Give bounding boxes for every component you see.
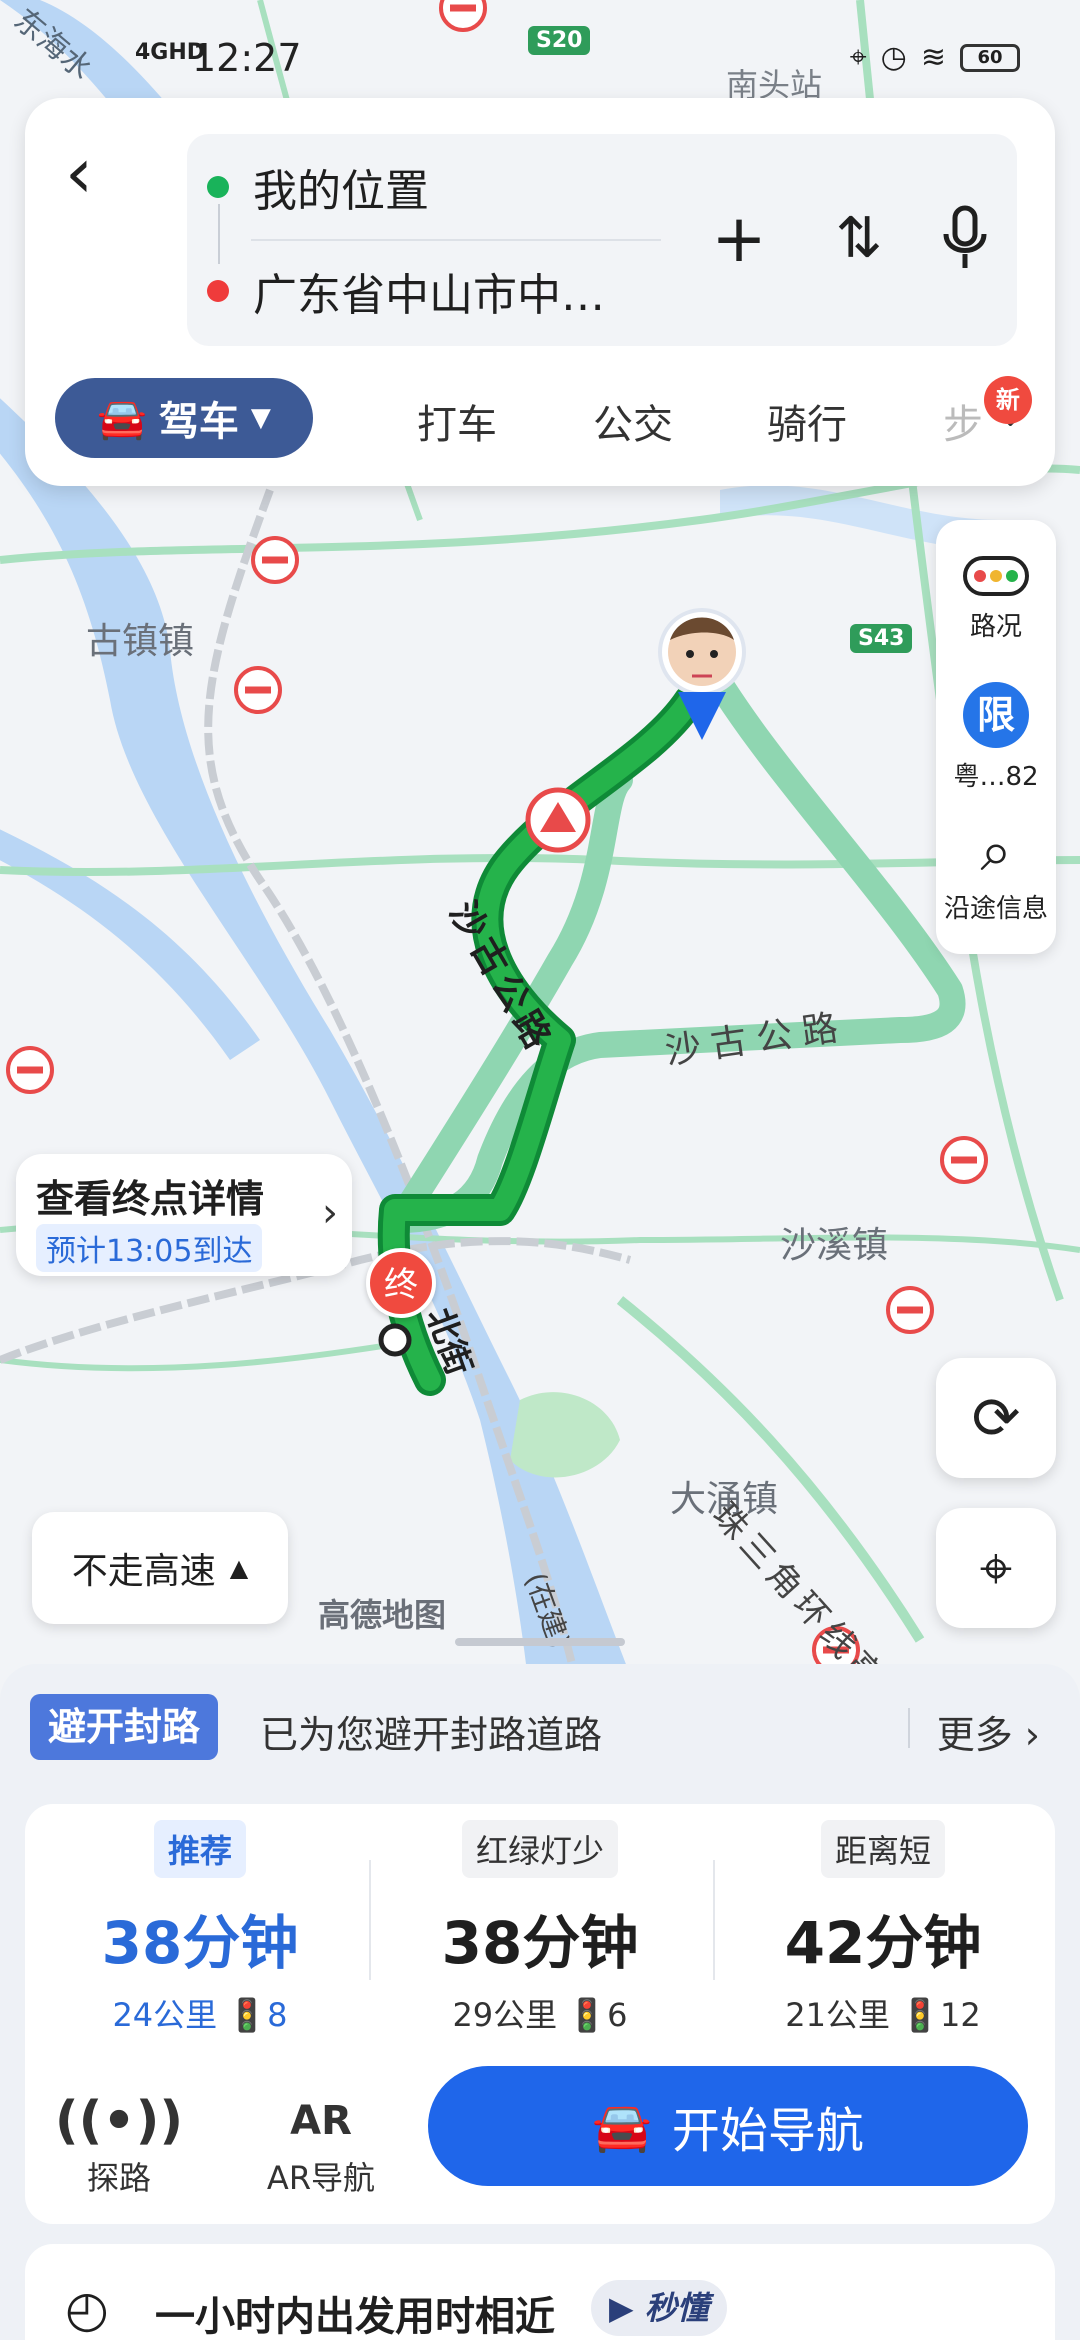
tab-bike[interactable]: 骑行 bbox=[767, 392, 847, 450]
amap-watermark: 高德地图 bbox=[318, 1596, 447, 1634]
route-input-box: 我的位置 广东省中山市中… + ⇅ bbox=[187, 134, 1017, 346]
location-icon: ⌖ bbox=[849, 40, 867, 75]
route-option-fewer-lights[interactable]: 红绿灯少 38分钟 29公里 🚦6 bbox=[370, 1820, 710, 2036]
route-distance-lights: 24公里 🚦8 bbox=[112, 1996, 288, 2034]
probe-label: 探路 bbox=[86, 2159, 151, 2197]
tab-transit[interactable]: 公交 bbox=[593, 392, 673, 450]
restriction-icon: 限 bbox=[963, 682, 1029, 748]
avoid-separator bbox=[908, 1708, 910, 1748]
map-tools-panel: 路况 限 粤…82 ⌕ 沿途信息 bbox=[936, 520, 1056, 954]
eta-badge: 预计13:05到达 bbox=[36, 1224, 263, 1272]
status-icons: ⌖ ◷ ≋ 60 bbox=[850, 40, 1020, 75]
route-duration: 38分钟 bbox=[101, 1909, 299, 1977]
locate-button[interactable]: ⌖ bbox=[936, 1508, 1056, 1628]
ar-icon: AR bbox=[290, 2098, 352, 2144]
park bbox=[510, 1392, 620, 1478]
along-route-button[interactable]: ⌕ 沿途信息 bbox=[936, 816, 1056, 925]
route-tag: 红绿灯少 bbox=[461, 1820, 618, 1878]
back-button[interactable]: ‹ bbox=[65, 138, 125, 218]
swap-icon: ⇅ bbox=[835, 206, 883, 271]
tab-walk[interactable]: 步 bbox=[943, 392, 983, 450]
chevron-left-icon: ‹ bbox=[65, 132, 93, 214]
alarm-icon: ◷ bbox=[880, 40, 907, 75]
voice-button[interactable] bbox=[925, 194, 1005, 284]
traffic-light-icon bbox=[963, 556, 1029, 596]
probe-button[interactable]: ((•)) 探路 bbox=[49, 2089, 189, 2199]
destination-dot-icon bbox=[207, 280, 229, 302]
refresh-icon: ⟳ bbox=[971, 1384, 1021, 1452]
route-search-card: ‹ 我的位置 广东省中山市中… + ⇅ 🚘 驾车 ▼ 打车 公交 骑行 步 新 bbox=[25, 98, 1055, 486]
clock-icon: ◴ bbox=[65, 2280, 109, 2338]
wifi-icon: ≋ bbox=[920, 40, 946, 75]
start-navigation-button[interactable]: 🚘 开始导航 bbox=[428, 2066, 1028, 2186]
route-duration: 42分钟 bbox=[784, 1909, 982, 1977]
probe-icon: ((•)) bbox=[54, 2091, 184, 2151]
caret-up-icon: ▲ bbox=[229, 1554, 249, 1582]
chevron-right-icon: › bbox=[322, 1190, 338, 1236]
car-icon: 🚘 bbox=[97, 395, 147, 442]
ar-nav-button[interactable]: AR AR导航 bbox=[251, 2089, 391, 2199]
battery-indicator: 60 bbox=[960, 43, 1020, 72]
map-label-guzhen: 古镇镇 bbox=[86, 621, 195, 662]
search-icon: ⌕ bbox=[980, 819, 1012, 884]
avoid-highway-toggle[interactable]: 不走高速 ▲ bbox=[32, 1512, 288, 1624]
map-label-shaxi: 沙溪镇 bbox=[780, 1225, 889, 1266]
road-shield-s43: S43 bbox=[850, 624, 913, 653]
tab-drive-label: 驾车 bbox=[158, 399, 239, 445]
avoid-highway-label: 不走高速 bbox=[71, 1551, 216, 1592]
route-tag: 距离短 bbox=[820, 1820, 945, 1878]
route-tag: 推荐 bbox=[153, 1820, 246, 1878]
microphone-icon bbox=[943, 205, 987, 268]
route-duration: 38分钟 bbox=[441, 1909, 639, 1977]
origin-dot-icon bbox=[207, 176, 229, 198]
destination-field[interactable]: 广东省中山市中… bbox=[207, 246, 605, 336]
restriction-label: 粤…82 bbox=[953, 762, 1039, 792]
start-navigation-label: 开始导航 bbox=[671, 2103, 864, 2159]
locate-icon: ⌖ bbox=[979, 1534, 1013, 1602]
sheet-drag-handle[interactable] bbox=[455, 1638, 625, 1646]
origin-field[interactable]: 我的位置 bbox=[207, 142, 429, 232]
route-results-panel: 避开封路 已为您避开封路道路 更多 › 推荐 38分钟 24公里 🚦8 红绿灯少… bbox=[0, 1664, 1080, 2340]
refresh-route-button[interactable]: ⟳ bbox=[936, 1358, 1056, 1478]
departure-tip-text: 一小时内出发用时相近 bbox=[155, 2294, 555, 2340]
traffic-button[interactable]: 路况 bbox=[936, 556, 1056, 643]
car-icon: 🚘 bbox=[592, 2098, 652, 2155]
plus-icon: + bbox=[711, 200, 767, 277]
more-label: 更多 bbox=[936, 1713, 1013, 1757]
route-distance-lights: 29公里 🚦6 bbox=[452, 1996, 628, 2034]
tab-taxi[interactable]: 打车 bbox=[417, 392, 497, 450]
play-icon: ▶ bbox=[609, 2289, 645, 2327]
chevron-right-icon: › bbox=[1024, 1713, 1040, 1757]
destination-marker[interactable]: 终 bbox=[366, 1248, 436, 1318]
ar-nav-label: AR导航 bbox=[266, 2159, 376, 2197]
more-modes-button[interactable]: ⌄ 新 bbox=[983, 376, 1032, 434]
add-waypoint-button[interactable]: + bbox=[699, 194, 779, 284]
explain-badge[interactable]: ▶ 秒懂 bbox=[591, 2280, 727, 2336]
destination-text: 广东省中山市中… bbox=[253, 270, 605, 321]
caret-down-icon: ▼ bbox=[250, 403, 271, 433]
restriction-button[interactable]: 限 粤…82 bbox=[936, 682, 1056, 793]
avoid-closure-text: 已为您避开封路道路 bbox=[260, 1713, 603, 1757]
destination-detail-bubble[interactable]: 查看终点详情 预计13:05到达 › bbox=[16, 1154, 352, 1276]
route-distance-lights: 21公里 🚦12 bbox=[785, 1996, 981, 2034]
route-options-card: 推荐 38分钟 24公里 🚦8 红绿灯少 38分钟 29公里 🚦6 距离短 42… bbox=[25, 1804, 1055, 2224]
tab-drive[interactable]: 🚘 驾车 ▼ bbox=[55, 378, 313, 458]
status-bar: 4GHD 12:27 ⌖ ◷ ≋ 60 bbox=[0, 0, 1080, 110]
destination-detail-title: 查看终点详情 bbox=[36, 1177, 265, 1221]
transport-mode-tabs: 🚘 驾车 ▼ 打车 公交 骑行 步 ⌄ 新 bbox=[55, 376, 1035, 462]
more-button[interactable]: 更多 › bbox=[937, 1704, 1040, 1759]
new-badge: 新 bbox=[983, 376, 1032, 424]
route-option-shortest[interactable]: 距离短 42分钟 21公里 🚦12 bbox=[713, 1820, 1053, 2036]
swap-button[interactable]: ⇅ bbox=[819, 194, 899, 284]
departure-tip-card[interactable]: ◴ 一小时内出发用时相近 ▶ 秒懂 bbox=[25, 2244, 1055, 2340]
origin-text: 我的位置 bbox=[253, 166, 429, 217]
explain-badge-label: 秒懂 bbox=[644, 2289, 709, 2327]
along-route-label: 沿途信息 bbox=[943, 894, 1048, 924]
route-option-recommended[interactable]: 推荐 38分钟 24公里 🚦8 bbox=[30, 1820, 370, 2036]
input-divider bbox=[251, 239, 661, 241]
traffic-label: 路况 bbox=[969, 612, 1022, 642]
status-time: 12:27 bbox=[192, 36, 302, 80]
road-closure-notice: 避开封路 已为您避开封路道路 更多 › bbox=[30, 1694, 1050, 1764]
avoid-closure-tag: 避开封路 bbox=[30, 1694, 219, 1760]
